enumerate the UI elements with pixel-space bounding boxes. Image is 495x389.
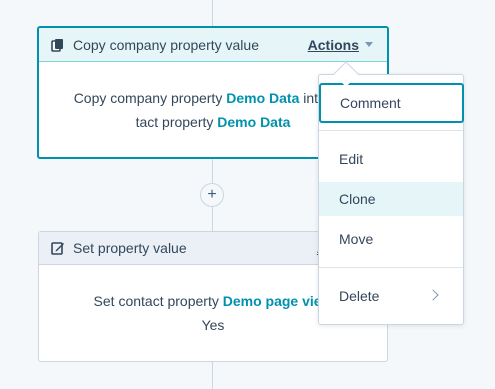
menu-divider (319, 130, 463, 131)
menu-item-clone[interactable]: Clone (319, 182, 463, 216)
description-text: tact property (135, 114, 218, 130)
menu-item-comment[interactable]: Comment (319, 83, 464, 123)
edit-icon (51, 241, 65, 255)
actions-dropdown-button[interactable]: Actions (308, 37, 373, 53)
menu-item-delete[interactable]: Delete (319, 279, 463, 313)
menu-divider (319, 267, 463, 268)
target-property-link: Demo Data (217, 114, 291, 130)
card-title: Copy company property value (73, 36, 259, 53)
source-property-link: Demo Data (226, 90, 300, 106)
chevron-right-icon (427, 289, 439, 301)
caret-down-icon (365, 42, 373, 47)
property-link: Demo page view (222, 293, 333, 309)
menu-item-edit[interactable]: Edit (319, 142, 463, 176)
menu-item-label: Delete (339, 288, 380, 304)
workflow-connector-top (212, 0, 213, 27)
description-text: Copy company property (73, 90, 227, 106)
workflow-connector-bottom (212, 362, 213, 389)
add-action-button[interactable]: + (200, 183, 224, 207)
menu-item-move[interactable]: Move (319, 222, 463, 256)
description-text: Set contact property (93, 293, 223, 309)
card-title: Set property value (73, 240, 187, 256)
actions-label: Actions (307, 36, 359, 53)
copy-icon (51, 38, 65, 52)
actions-dropdown-menu: Comment Edit Clone Move Delete (318, 74, 464, 325)
card-header: Copy company property value Actions (39, 28, 387, 62)
